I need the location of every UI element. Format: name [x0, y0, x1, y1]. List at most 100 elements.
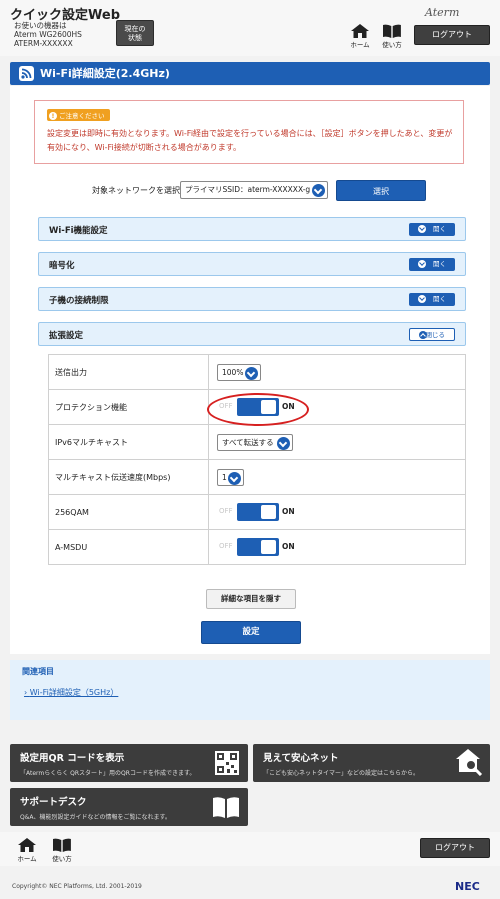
tx-power-cell: 100%	[208, 354, 466, 390]
manual-label: 使い方	[52, 855, 72, 863]
book-icon	[383, 24, 401, 38]
toggle-on-label: ON	[282, 542, 295, 551]
caution-tag: ! ご注意ください	[47, 109, 110, 121]
amsdu-cell: OFF ON	[208, 529, 466, 565]
amsdu-toggle[interactable]: OFF ON	[217, 538, 307, 556]
logout-button[interactable]: ログアウト	[414, 25, 490, 45]
home-label: ホーム	[350, 41, 370, 49]
hide-details-button[interactable]: 詳細な項目を隠す	[206, 589, 296, 609]
chevron-down-icon	[277, 436, 290, 450]
tx-power-select[interactable]: 100%	[217, 363, 261, 381]
toggle-off-label: OFF	[219, 507, 233, 515]
aterm-logo: Aterm	[425, 6, 460, 19]
tx-power-value: 100%	[222, 367, 244, 377]
home-button[interactable]: ホーム	[347, 24, 373, 49]
ipv6-multicast-label: IPv6マルチキャスト	[48, 424, 209, 460]
network-select-button[interactable]: 選択	[336, 180, 426, 201]
open-label: 開く	[433, 225, 446, 233]
qr-code-icon	[215, 751, 239, 775]
book-icon	[213, 797, 239, 818]
nec-logo: NEC	[455, 880, 480, 893]
table-row: 送信出力 100%	[48, 354, 466, 390]
toggle-knob[interactable]	[261, 540, 276, 554]
device-info: お使いの機器は Aterm WG2600HS ATERM-XXXXXX	[14, 21, 82, 48]
multicast-rate-value: 1	[222, 472, 227, 482]
related-link-wifi-5ghz[interactable]: › Wi-Fi詳細設定（5GHz）	[24, 687, 118, 698]
qr-banner-title: 設定用QR コードを表示	[20, 753, 125, 764]
table-row: 256QAM OFF ON	[48, 494, 466, 530]
tx-power-label: 送信出力	[48, 354, 209, 390]
section-client-restriction[interactable]: 子機の接続制限 開く	[38, 287, 466, 311]
caution-notice: ! ご注意ください 設定変更は即時に有効となります。Wi-Fi経由で設定を行ってい…	[34, 100, 464, 164]
toggle-knob[interactable]	[261, 505, 276, 519]
safety-net-banner[interactable]: 見えて安心ネット 「こども安心ネットタイマー」などの設定はこちらから。	[253, 744, 490, 782]
footer-home-button[interactable]: ホーム	[14, 838, 40, 863]
chevron-down-icon	[245, 366, 258, 380]
qr-banner-subtitle: 「Atermらくらく QRスタート」用のQRコードを作成できます。	[20, 770, 196, 777]
network-selected-value: プライマリSSID：aterm-XXXXXX-g	[185, 185, 311, 194]
toggle-off-label: OFF	[219, 542, 233, 550]
section-label: Wi-Fi機能設定	[49, 226, 108, 236]
network-select[interactable]: プライマリSSID：aterm-XXXXXX-g	[180, 181, 328, 199]
page-header: クイック設定Web お使いの機器は Aterm WG2600HS ATERM-X…	[0, 0, 500, 56]
device-model: Aterm WG2600HS	[14, 30, 82, 39]
multicast-rate-label: マルチキャスト伝送速度(Mbps)	[48, 459, 209, 495]
chevron-down-icon	[418, 260, 426, 268]
network-select-label: 対象ネットワークを選択	[92, 186, 180, 195]
table-row: IPv6マルチキャスト すべて転送する	[48, 424, 466, 460]
section-open-button[interactable]: 開く	[409, 223, 455, 236]
related-title: 関連項目	[22, 667, 54, 676]
current-status-button[interactable]: 現在の 状態	[116, 20, 154, 46]
chevron-down-icon	[228, 471, 241, 485]
qam256-toggle[interactable]: OFF ON	[217, 503, 307, 521]
safety-banner-subtitle: 「こども安心ネットタイマー」などの設定はこちらから。	[263, 770, 420, 777]
section-extended-settings[interactable]: 拡張設定 閉じる	[38, 322, 466, 346]
qam256-label: 256QAM	[48, 494, 209, 530]
related-link-label: Wi-Fi詳細設定（5GHz）	[29, 688, 119, 697]
page-title: Wi-Fi詳細設定(2.4GHz)	[40, 67, 170, 80]
table-row: A-MSDU OFF ON	[48, 529, 466, 565]
chevron-down-icon	[312, 184, 325, 197]
support-banner-title: サポートデスク	[20, 797, 87, 808]
home-search-icon	[456, 749, 483, 776]
section-label: 子機の接続制限	[49, 296, 109, 306]
status-button-line1: 現在の	[124, 25, 146, 33]
section-label: 暗号化	[49, 261, 75, 271]
caution-text: 設定変更は即時に有効となります。Wi-Fi経由で設定を行っている場合には、［設定…	[47, 129, 453, 152]
book-icon	[53, 838, 71, 852]
home-label: ホーム	[17, 855, 37, 863]
exclamation-icon: !	[49, 112, 57, 120]
ipv6-multicast-cell: すべて転送する	[208, 424, 466, 460]
status-button-line2: 状態	[128, 34, 142, 42]
section-open-button[interactable]: 開く	[409, 258, 455, 271]
safety-banner-title: 見えて安心ネット	[263, 753, 339, 764]
multicast-rate-select[interactable]: 1	[217, 468, 244, 486]
caution-tag-label: ご注意ください	[59, 112, 105, 120]
copyright: Copyright© NEC Platforms, Ltd. 2001-2019	[12, 883, 142, 890]
chevron-down-icon	[418, 225, 426, 233]
device-info-line: お使いの機器は	[14, 21, 67, 30]
multicast-rate-cell: 1	[208, 459, 466, 495]
section-open-button[interactable]: 開く	[409, 293, 455, 306]
main-panel: ! ご注意ください 設定変更は即時に有効となります。Wi-Fi経由で設定を行ってい…	[10, 86, 490, 654]
section-wifi-function[interactable]: Wi-Fi機能設定 開く	[38, 217, 466, 241]
apply-button[interactable]: 設定	[201, 621, 301, 644]
support-desk-banner[interactable]: サポートデスク Q&A、機能別設定ガイドなどの情報をご覧になれます。	[10, 788, 248, 826]
table-row: マルチキャスト伝送速度(Mbps) 1	[48, 459, 466, 495]
chevron-up-icon	[419, 331, 427, 339]
section-close-button[interactable]: 閉じる	[409, 328, 455, 341]
manual-button[interactable]: 使い方	[379, 24, 405, 49]
support-banner-subtitle: Q&A、機能別設定ガイドなどの情報をご覧になれます。	[20, 814, 171, 821]
related-links: 関連項目 › Wi-Fi詳細設定（5GHz）	[10, 660, 490, 720]
footer-manual-button[interactable]: 使い方	[49, 838, 75, 863]
home-icon	[18, 838, 36, 852]
wifi-icon	[19, 66, 34, 81]
close-label: 閉じる	[425, 331, 446, 339]
home-icon	[351, 24, 369, 38]
qr-code-banner[interactable]: 設定用QR コードを表示 「Atermらくらく QRスタート」用のQRコードを作…	[10, 744, 248, 782]
section-encryption[interactable]: 暗号化 開く	[38, 252, 466, 276]
page-title-bar: Wi-Fi詳細設定(2.4GHz)	[10, 62, 490, 85]
open-label: 開く	[433, 295, 446, 303]
footer-logout-button[interactable]: ログアウト	[420, 838, 490, 858]
ipv6-multicast-select[interactable]: すべて転送する	[217, 433, 293, 451]
